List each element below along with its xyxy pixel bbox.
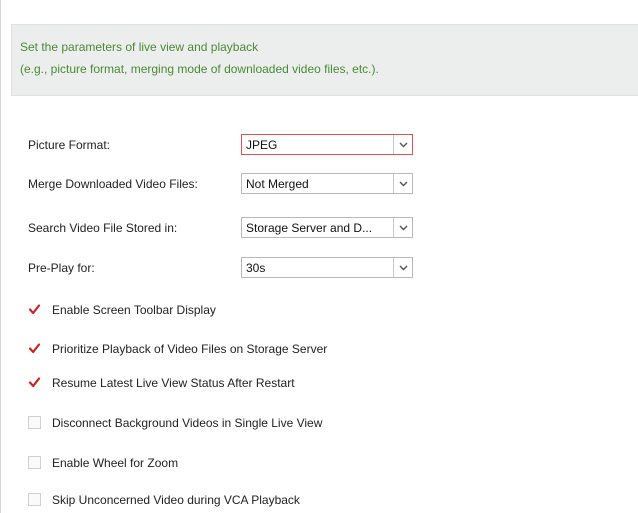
picture-format-label: Picture Format:	[28, 138, 111, 152]
merge-files-select[interactable]: Not Merged	[241, 173, 413, 194]
option-screen-toolbar[interactable]: Enable Screen Toolbar Display	[28, 301, 428, 319]
disconnect-background-label: Disconnect Background Videos in Single L…	[52, 416, 323, 430]
info-text-line-2: (e.g., picture format, merging mode of d…	[20, 62, 379, 76]
wheel-zoom-checkbox[interactable]	[28, 456, 41, 469]
prioritize-playback-label: Prioritize Playback of Video Files on St…	[52, 342, 328, 356]
merge-files-row: Merge Downloaded Video Files: Not Merged	[28, 173, 428, 195]
search-storage-value: Storage Server and D...	[246, 221, 373, 235]
resume-live-view-checkbox[interactable]	[28, 376, 41, 389]
option-wheel-zoom[interactable]: Enable Wheel for Zoom	[28, 454, 428, 472]
screen-toolbar-checkbox[interactable]	[28, 303, 41, 316]
picture-format-select[interactable]: JPEG	[241, 134, 413, 155]
option-resume-live-view[interactable]: Resume Latest Live View Status After Res…	[28, 374, 428, 392]
merge-files-value: Not Merged	[246, 177, 309, 191]
option-skip-vca[interactable]: Skip Unconcerned Video during VCA Playba…	[28, 491, 428, 509]
chevron-down-icon[interactable]	[393, 174, 412, 193]
option-prioritize-playback[interactable]: Prioritize Playback of Video Files on St…	[28, 340, 428, 358]
skip-vca-label: Skip Unconcerned Video during VCA Playba…	[52, 493, 300, 507]
search-storage-select[interactable]: Storage Server and D...	[241, 217, 413, 238]
option-disconnect-background[interactable]: Disconnect Background Videos in Single L…	[28, 414, 428, 432]
info-text-line-1: Set the parameters of live view and play…	[20, 40, 259, 54]
chevron-down-icon[interactable]	[393, 258, 412, 277]
picture-format-value: JPEG	[246, 138, 278, 152]
chevron-down-icon[interactable]	[393, 218, 412, 237]
pre-play-value: 30s	[246, 261, 266, 275]
pre-play-row: Pre-Play for: 30s	[28, 257, 428, 279]
screen-toolbar-label: Enable Screen Toolbar Display	[52, 303, 216, 317]
chevron-down-icon[interactable]	[393, 135, 412, 154]
disconnect-background-checkbox[interactable]	[28, 416, 41, 429]
resume-live-view-label: Resume Latest Live View Status After Res…	[52, 376, 295, 390]
pre-play-label: Pre-Play for:	[28, 261, 95, 275]
prioritize-playback-checkbox[interactable]	[28, 342, 41, 355]
skip-vca-checkbox[interactable]	[28, 493, 41, 506]
search-storage-row: Search Video File Stored in: Storage Ser…	[28, 217, 428, 239]
check-mark-icon	[28, 304, 41, 315]
pre-play-select[interactable]: 30s	[241, 257, 413, 278]
check-mark-icon	[28, 377, 41, 388]
check-mark-icon	[28, 343, 41, 354]
merge-files-label: Merge Downloaded Video Files:	[28, 177, 198, 191]
settings-panel: Set the parameters of live view and play…	[0, 0, 638, 513]
info-banner: Set the parameters of live view and play…	[11, 24, 638, 96]
picture-format-row: Picture Format: JPEG	[28, 134, 428, 156]
search-storage-label: Search Video File Stored in:	[28, 221, 178, 235]
wheel-zoom-label: Enable Wheel for Zoom	[52, 456, 179, 470]
